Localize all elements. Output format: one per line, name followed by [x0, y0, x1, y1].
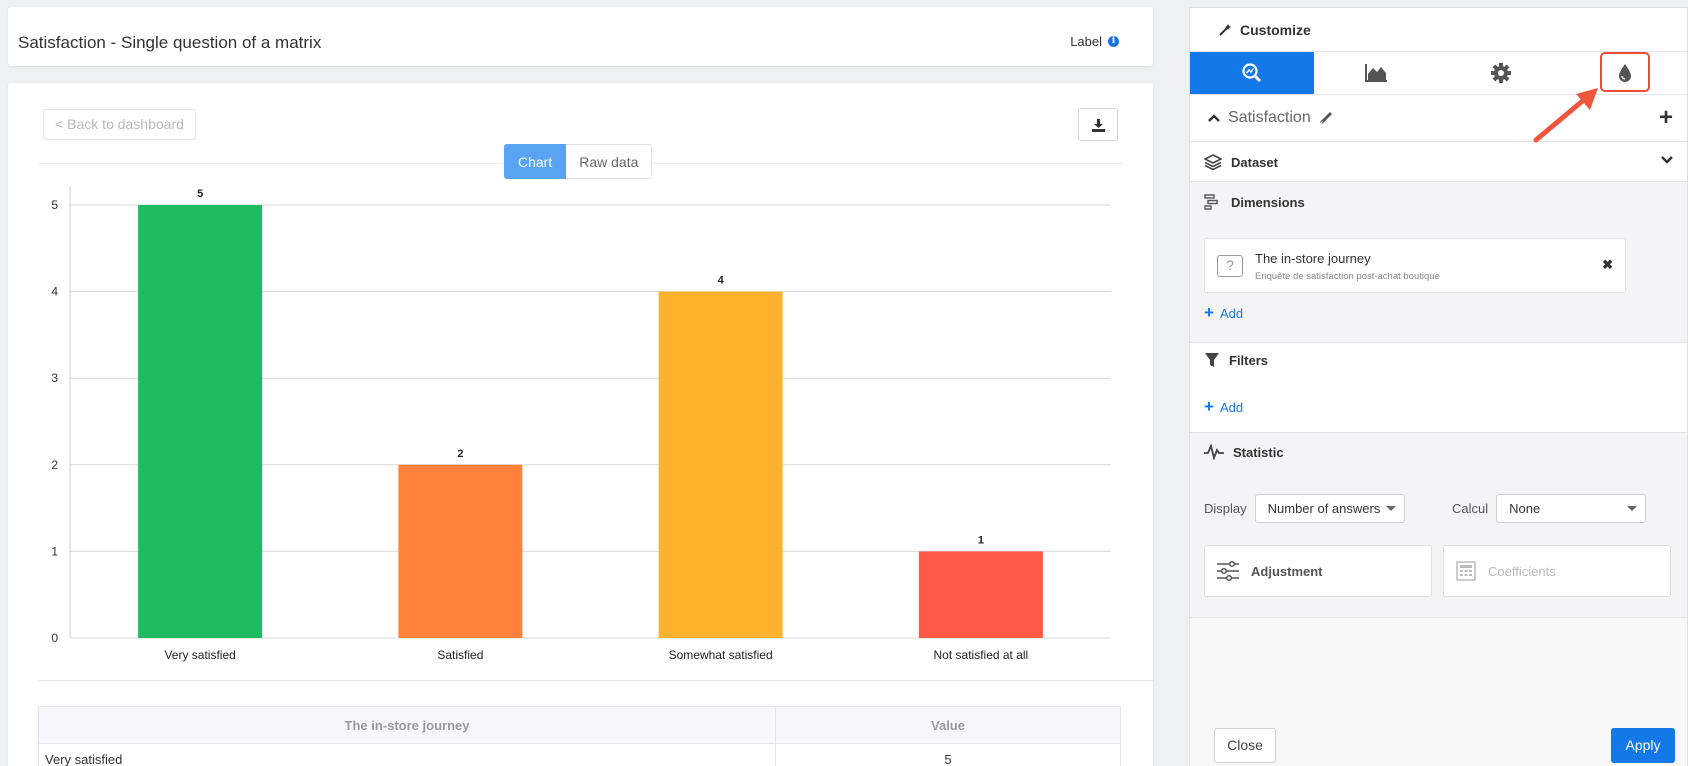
area-chart-icon: [1365, 64, 1388, 82]
panel-title: Customize: [1240, 21, 1311, 38]
tab-chart-type[interactable]: [1314, 52, 1438, 94]
close-button[interactable]: Close: [1214, 728, 1276, 763]
add-dimension-link[interactable]: + Add: [1204, 303, 1243, 323]
x-tick-label: Satisfied: [437, 648, 483, 662]
bar-chart: 0 1 2 3 4 5 5 Very satisfied 2 Satisfied 4 Somewhat…: [51, 186, 1111, 662]
customize-panel: Customize Satisfaction + Dataset Dimensi…: [1189, 7, 1688, 766]
panel-header: Customize: [1190, 8, 1687, 52]
main-card: < Back to dashboard Chart Raw data 01234…: [8, 83, 1153, 766]
statistic-section: Statistic Display Number of answers Calc…: [1190, 433, 1687, 618]
dimension-name: The in-store journey: [1255, 251, 1371, 266]
dataset-header[interactable]: Dataset: [1190, 142, 1687, 182]
y-tick-label: 5: [51, 198, 58, 212]
statistic-header: Statistic: [1190, 433, 1687, 471]
calcul-value: None: [1509, 501, 1541, 516]
gear-icon: [1490, 63, 1511, 83]
x-tick-label: Not satisfied at all: [934, 648, 1029, 662]
y-tick-label: 4: [51, 285, 58, 299]
x-tick-label: Somewhat satisfied: [669, 648, 773, 662]
filters-label: Filters: [1229, 352, 1269, 368]
chevron-down-icon[interactable]: [1661, 156, 1673, 164]
dimension-subtitle: Enquête de satisfaction post-achat bouti…: [1255, 271, 1440, 282]
coefficients-label: Coefficients: [1488, 563, 1556, 579]
sliders-icon: [1217, 561, 1239, 581]
question-icon: ?: [1217, 255, 1243, 277]
table-cell-value: 5: [775, 743, 1121, 766]
y-tick-label: 1: [51, 544, 58, 558]
calcul-select[interactable]: None: [1496, 494, 1647, 523]
dataset-section[interactable]: Dataset: [1190, 142, 1687, 182]
calcul-row: Calcul None: [1452, 494, 1647, 523]
magic-wand-icon: [1219, 23, 1231, 36]
caret-down-icon: [1627, 506, 1638, 511]
bar: [918, 551, 1043, 638]
table-row: Very satisfied 5: [38, 743, 1121, 766]
table-header-value: Value: [775, 706, 1121, 744]
add-filter-link[interactable]: + Add: [1204, 397, 1243, 417]
label-toggle[interactable]: Label i: [1070, 34, 1119, 49]
y-tick-label: 3: [51, 371, 58, 385]
label-text: Label: [1070, 34, 1102, 49]
adjustment-button[interactable]: Adjustment: [1204, 545, 1432, 597]
calculator-icon: [1456, 561, 1476, 581]
calcul-label: Calcul: [1452, 501, 1489, 516]
add-dimension-label: Add: [1219, 305, 1244, 321]
title-card: Satisfaction - Single question of a matr…: [8, 7, 1153, 66]
adjustment-label: Adjustment: [1251, 563, 1323, 579]
remove-dimension-icon[interactable]: ✖: [1602, 257, 1613, 273]
caret-down-icon: [1385, 506, 1396, 511]
plus-icon: +: [1204, 303, 1214, 322]
dimension-card[interactable]: ? The in-store journey Enquête de satisf…: [1204, 238, 1626, 293]
bar: [658, 291, 783, 638]
filter-icon: [1205, 353, 1219, 367]
statistic-label: Statistic: [1233, 444, 1284, 460]
dimensions-label: Dimensions: [1231, 194, 1305, 210]
display-label: Display: [1204, 501, 1247, 516]
filters-header: Filters: [1190, 343, 1687, 377]
y-tick-label: 2: [51, 458, 58, 472]
chart-name-row: Satisfaction +: [1190, 95, 1687, 142]
layers-icon: [1204, 154, 1222, 170]
dimensions-section: Dimensions ? The in-store journey Enquêt…: [1190, 182, 1687, 343]
table-header-journey: The in-store journey: [38, 706, 776, 744]
chart-name[interactable]: Satisfaction: [1228, 109, 1311, 127]
dimensions-icon: [1204, 194, 1218, 210]
display-value: Number of answers: [1267, 501, 1381, 516]
pulse-icon: [1204, 444, 1224, 460]
data-label: 1: [978, 534, 984, 546]
data-label: 2: [457, 448, 463, 460]
data-label: 4: [718, 275, 725, 287]
dataset-label: Dataset: [1231, 154, 1278, 170]
filters-section: Filters + Add: [1190, 343, 1687, 433]
add-chart-icon[interactable]: +: [1659, 104, 1673, 132]
data-label: 5: [197, 188, 203, 200]
y-tick-label: 0: [51, 631, 58, 645]
bar: [398, 464, 523, 638]
chevron-up-icon[interactable]: [1208, 114, 1220, 122]
display-row: Display Number of answers: [1204, 494, 1405, 523]
table-cell-label: Very satisfied: [38, 743, 776, 766]
page-title: Satisfaction - Single question of a matr…: [18, 33, 322, 52]
info-icon[interactable]: i: [1108, 36, 1119, 47]
chart-divider: [38, 680, 1153, 681]
tab-data[interactable]: [1190, 52, 1315, 94]
add-filter-label: Add: [1219, 399, 1244, 415]
plus-icon: +: [1204, 397, 1214, 416]
raw-data-table: The in-store journey Value Very satisfie…: [38, 706, 1121, 766]
display-select[interactable]: Number of answers: [1254, 494, 1405, 523]
pencil-icon[interactable]: [1319, 111, 1333, 125]
bar: [138, 205, 263, 638]
coefficients-button[interactable]: Coefficients: [1443, 545, 1671, 597]
x-tick-label: Very satisfied: [164, 648, 235, 662]
search-chart-icon: [1242, 63, 1262, 83]
apply-button[interactable]: Apply: [1611, 728, 1675, 763]
dimensions-header: Dimensions: [1190, 182, 1687, 222]
annotation-arrow-icon: [1533, 88, 1598, 143]
